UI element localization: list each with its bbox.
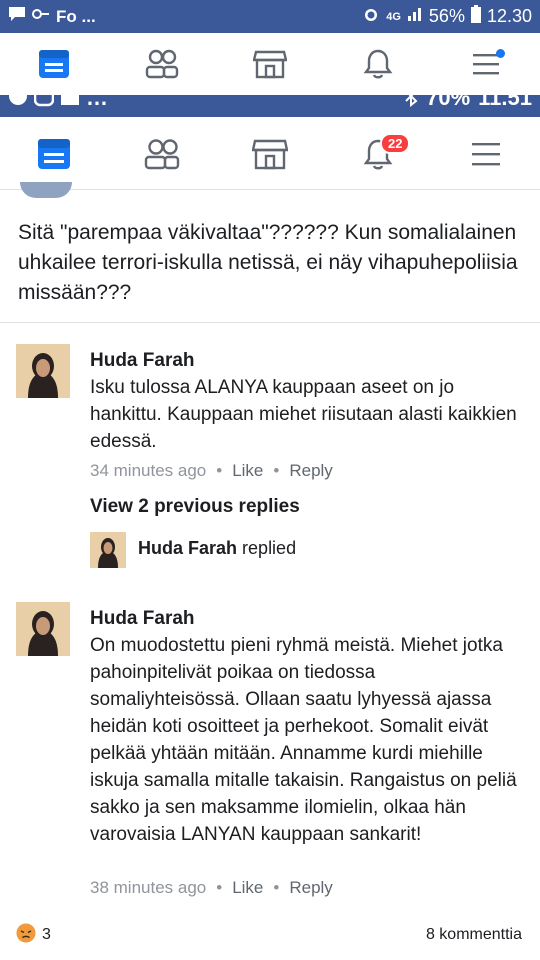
top-navigation xyxy=(0,33,540,95)
status-bar: Fo ... 4G 56% 12.30 xyxy=(0,0,540,33)
battery-percent: 56% xyxy=(428,6,465,26)
commenter-avatar[interactable] xyxy=(16,344,70,398)
separator-dot: • xyxy=(216,461,223,480)
overlay-clock: 11.51 xyxy=(478,95,532,110)
post-text: Sitä "parempaa väkivaltaa"?????? Kun som… xyxy=(18,221,518,304)
post-divider xyxy=(0,322,540,323)
like-button[interactable]: Like xyxy=(232,878,263,898)
view-previous-replies-link[interactable]: View 2 previous replies xyxy=(90,496,300,518)
reactions-summary[interactable]: 3 xyxy=(0,923,51,948)
news-feed-tab-2[interactable] xyxy=(24,129,84,179)
reply-button[interactable]: Reply xyxy=(289,461,332,481)
reaction-count: 3 xyxy=(42,926,51,943)
comment-meta: 34 minutes ago • Like • Reply xyxy=(90,461,333,481)
network-type: 4G xyxy=(386,10,401,23)
comment: Huda Farah Isku tulossa ALANYA kauppaan … xyxy=(90,348,520,455)
notifications-tab[interactable] xyxy=(348,39,408,89)
chat-notification-icon xyxy=(8,6,26,27)
overlay-battery: 70% xyxy=(426,95,471,110)
like-button[interactable]: Like xyxy=(232,461,263,481)
overlay-status-strip: … 70% 11.51 xyxy=(0,95,540,117)
comments-count[interactable]: 8 kommenttia xyxy=(426,926,540,944)
commenter-avatar[interactable] xyxy=(16,602,70,656)
friends-icon xyxy=(144,139,180,170)
marketplace-icon xyxy=(252,139,288,170)
friends-tab-2[interactable] xyxy=(132,129,192,179)
messenger-icon xyxy=(8,95,28,113)
battery-icon xyxy=(470,5,481,28)
hamburger-menu-icon xyxy=(472,143,500,166)
replied-label: replied xyxy=(242,538,297,558)
status-app-label: Fo ... xyxy=(56,6,96,26)
marketplace-icon xyxy=(253,50,287,79)
post-footer: 3 8 kommenttia xyxy=(0,920,540,950)
notifications-tab-2[interactable]: 22 xyxy=(348,129,411,179)
more-notifications-icon: … xyxy=(86,95,108,110)
bell-icon xyxy=(363,49,393,79)
comment-text: Isku tulossa ALANYA kauppaan aseet on jo… xyxy=(90,377,517,452)
news-feed-icon xyxy=(38,139,70,169)
bluetooth-icon xyxy=(404,95,418,113)
separator-dot: • xyxy=(273,461,280,480)
friends-icon xyxy=(145,49,179,79)
signal-icon xyxy=(407,6,423,27)
cast-icon xyxy=(32,6,50,27)
post-author-avatar[interactable] xyxy=(20,182,72,198)
comment-timestamp[interactable]: 38 minutes ago xyxy=(90,878,206,898)
reply-button[interactable]: Reply xyxy=(289,878,332,898)
separator-dot: • xyxy=(216,878,223,897)
angry-reaction-icon xyxy=(16,923,36,948)
separator-dot: • xyxy=(273,878,280,897)
main-navigation: 22 xyxy=(0,119,540,190)
comment-meta: 38 minutes ago • Like • Reply xyxy=(90,878,333,898)
gallery-icon xyxy=(60,95,80,113)
clock: 12.30 xyxy=(486,6,532,26)
comment-author[interactable]: Huda Farah xyxy=(90,348,520,374)
marketplace-tab[interactable] xyxy=(240,39,300,89)
instagram-icon xyxy=(33,95,55,113)
replier-avatar[interactable] xyxy=(90,532,126,568)
notification-badge: 22 xyxy=(380,133,411,154)
comment: Huda Farah On muodostettu pieni ryhmä me… xyxy=(90,606,520,848)
news-feed-tab[interactable] xyxy=(24,39,84,89)
comment-timestamp[interactable]: 34 minutes ago xyxy=(90,461,206,481)
menu-tab-2[interactable] xyxy=(456,129,516,179)
comment-author[interactable]: Huda Farah xyxy=(90,606,520,632)
menu-tab[interactable] xyxy=(456,39,516,89)
comment-text: On muodostettu pieni ryhmä meistä. Miehe… xyxy=(90,635,517,845)
replier-name: Huda Farah xyxy=(138,538,238,558)
marketplace-tab-2[interactable] xyxy=(240,129,300,179)
reply-summary[interactable]: Huda Farah replied xyxy=(138,538,296,559)
friends-tab[interactable] xyxy=(132,39,192,89)
news-feed-icon xyxy=(39,50,69,78)
new-indicator-dot xyxy=(496,49,505,58)
alarm-icon xyxy=(362,5,380,28)
